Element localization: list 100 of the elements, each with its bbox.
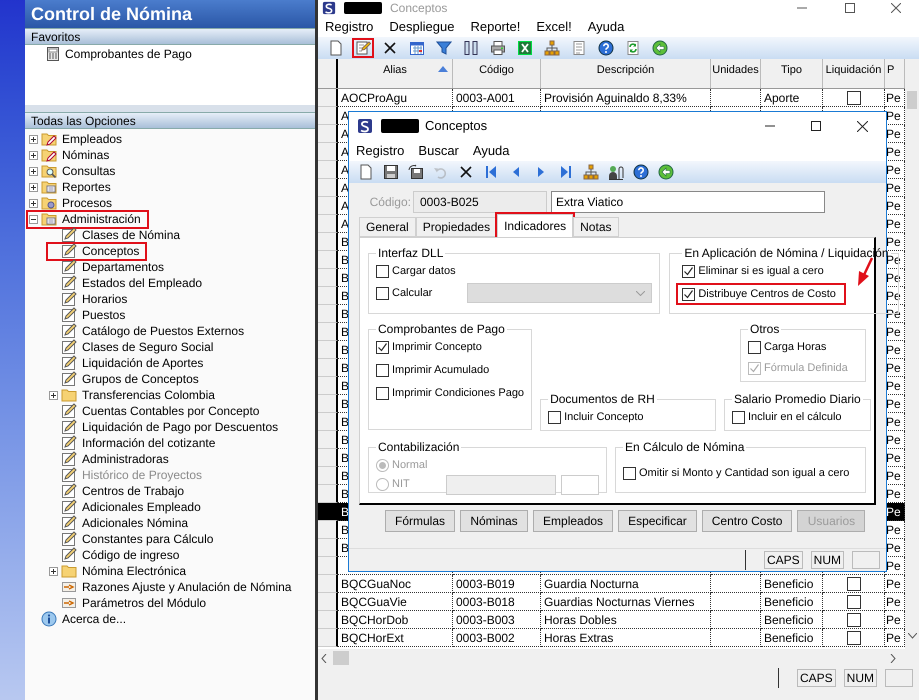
minimize-icon[interactable] xyxy=(765,125,775,127)
row-header[interactable] xyxy=(318,89,338,107)
row-header[interactable] xyxy=(318,395,338,413)
menu-item[interactable]: Registro xyxy=(325,16,374,36)
checkbox-label[interactable]: Eliminar si es igual a cero xyxy=(698,262,824,280)
checkbox[interactable] xyxy=(623,466,636,480)
tree-item[interactable]: Acerca de... xyxy=(62,610,126,628)
checkbox-label[interactable]: Omitir si Monto y Cantidad son igual a cero xyxy=(639,464,850,482)
action-button[interactable]: Empleados xyxy=(533,510,614,532)
menu-item[interactable]: Reporte! xyxy=(470,16,520,36)
checkbox[interactable] xyxy=(846,594,860,608)
tab[interactable]: Indicadores xyxy=(497,214,574,237)
row-header[interactable] xyxy=(318,251,338,269)
tree-item[interactable]: Puestos xyxy=(82,306,126,324)
checkbox[interactable] xyxy=(548,410,562,424)
row-header[interactable] xyxy=(318,377,338,395)
row-header[interactable] xyxy=(318,233,338,251)
tree-item[interactable]: Nómina Electrónica xyxy=(82,562,186,580)
tree-item[interactable]: Liquidación de Pago por Descuentos xyxy=(82,418,278,436)
tree-item[interactable]: Constantes para Cálculo xyxy=(82,530,214,548)
checkbox-label[interactable]: Incluir Concepto xyxy=(564,408,644,426)
scroll-right-icon[interactable] xyxy=(890,654,896,662)
row-header[interactable] xyxy=(318,575,338,593)
tree-item[interactable]: Clases de Seguro Social xyxy=(82,338,214,356)
name-field[interactable]: Extra Viatico xyxy=(551,191,825,213)
row-header[interactable] xyxy=(318,593,338,611)
tree-item[interactable]: Razones Ajuste y Anulación de Nómina xyxy=(82,578,292,596)
tree-item[interactable]: Adicionales Empleado xyxy=(82,498,201,516)
menu-item[interactable]: Registro xyxy=(356,140,404,160)
row-header[interactable] xyxy=(318,305,338,323)
close-icon[interactable] xyxy=(857,120,868,132)
checkbox[interactable] xyxy=(846,612,860,626)
scrollbar-thumb[interactable] xyxy=(333,651,349,665)
tree-item[interactable]: Reportes xyxy=(62,178,111,196)
tree-item[interactable]: Liquidación de Aportes xyxy=(82,354,204,372)
code-field[interactable]: 0003-B025 xyxy=(413,191,547,213)
checkbox[interactable] xyxy=(376,386,389,400)
row-header[interactable] xyxy=(318,413,338,431)
toolbar-button[interactable] xyxy=(581,162,600,182)
tree-item[interactable]: Administradoras xyxy=(82,450,169,468)
checkbox-label[interactable]: Imprimir Concepto xyxy=(392,338,482,356)
row-header[interactable] xyxy=(318,611,338,629)
tree-item[interactable]: Código de ingreso xyxy=(82,546,180,564)
tree-item[interactable]: Catálogo de Puestos Externos xyxy=(82,322,244,340)
expand-icon[interactable] xyxy=(49,390,58,400)
tree-item[interactable]: Grupos de Conceptos xyxy=(82,370,199,388)
row-header[interactable] xyxy=(318,179,338,197)
checkbox[interactable] xyxy=(846,576,860,590)
column-header[interactable]: Tipo xyxy=(761,59,823,88)
scroll-down-icon[interactable] xyxy=(908,633,916,639)
checkbox-label[interactable]: Imprimir Acumulado xyxy=(392,362,490,378)
row-header[interactable] xyxy=(318,359,338,377)
column-header[interactable]: Código xyxy=(453,59,541,88)
tree-item[interactable]: Nóminas xyxy=(62,146,110,164)
tree-item[interactable]: Clases de Nómina xyxy=(82,226,180,244)
menu-item[interactable]: Buscar xyxy=(418,140,459,160)
tab[interactable]: Notas xyxy=(573,217,618,237)
row-header[interactable] xyxy=(318,269,338,287)
row-header[interactable] xyxy=(318,539,338,557)
expand-icon[interactable] xyxy=(29,182,38,192)
checkbox[interactable] xyxy=(682,288,696,300)
toolbar-button[interactable] xyxy=(352,38,374,58)
maximize-icon[interactable] xyxy=(811,121,821,131)
checkbox[interactable] xyxy=(376,340,389,354)
row-header[interactable] xyxy=(318,557,338,575)
expand-icon[interactable] xyxy=(49,566,58,576)
expand-icon[interactable] xyxy=(29,198,38,208)
checkbox[interactable] xyxy=(732,410,745,424)
row-header[interactable] xyxy=(318,629,338,647)
checkbox-label[interactable]: Cargar datos xyxy=(392,262,456,280)
expand-icon[interactable] xyxy=(29,134,38,144)
close-icon[interactable] xyxy=(891,3,901,13)
toolbar-button[interactable] xyxy=(406,162,425,182)
tree-item[interactable]: Centros de Trabajo xyxy=(82,482,184,500)
checkbox-label[interactable]: Imprimir Condiciones Pago xyxy=(392,384,524,402)
action-button[interactable]: Nóminas xyxy=(460,510,528,532)
column-header[interactable]: Unidades xyxy=(711,59,761,88)
tree-item[interactable]: Estados del Empleado xyxy=(82,274,202,292)
column-header[interactable]: Alias xyxy=(338,59,453,88)
tree-item[interactable]: Departamentos xyxy=(82,258,164,276)
row-header[interactable] xyxy=(318,287,338,305)
row-header[interactable] xyxy=(318,161,338,179)
checkbox-label[interactable]: Incluir en el cálculo xyxy=(748,408,842,426)
tree-item[interactable]: Procesos xyxy=(62,194,112,212)
checkbox-label[interactable]: Calcular xyxy=(392,284,432,302)
row-header[interactable] xyxy=(318,521,338,539)
tree-item[interactable]: Empleados xyxy=(62,130,122,148)
tab[interactable]: Propiedades xyxy=(416,217,498,237)
checkbox-label[interactable]: Carga Horas xyxy=(764,338,826,356)
row-header[interactable] xyxy=(318,197,338,215)
tree-item[interactable]: Información del cotizante xyxy=(82,434,216,452)
toolbar-button[interactable] xyxy=(631,162,650,182)
tree-item[interactable]: Conceptos xyxy=(82,242,140,260)
checkbox[interactable] xyxy=(376,264,389,278)
menu-item[interactable]: Despliegue xyxy=(389,16,454,36)
row-header[interactable] xyxy=(318,431,338,449)
collapse-icon[interactable] xyxy=(29,214,38,224)
row-header[interactable] xyxy=(318,323,338,341)
checkbox[interactable] xyxy=(682,264,696,278)
scrollbar-thumb[interactable] xyxy=(907,91,917,109)
